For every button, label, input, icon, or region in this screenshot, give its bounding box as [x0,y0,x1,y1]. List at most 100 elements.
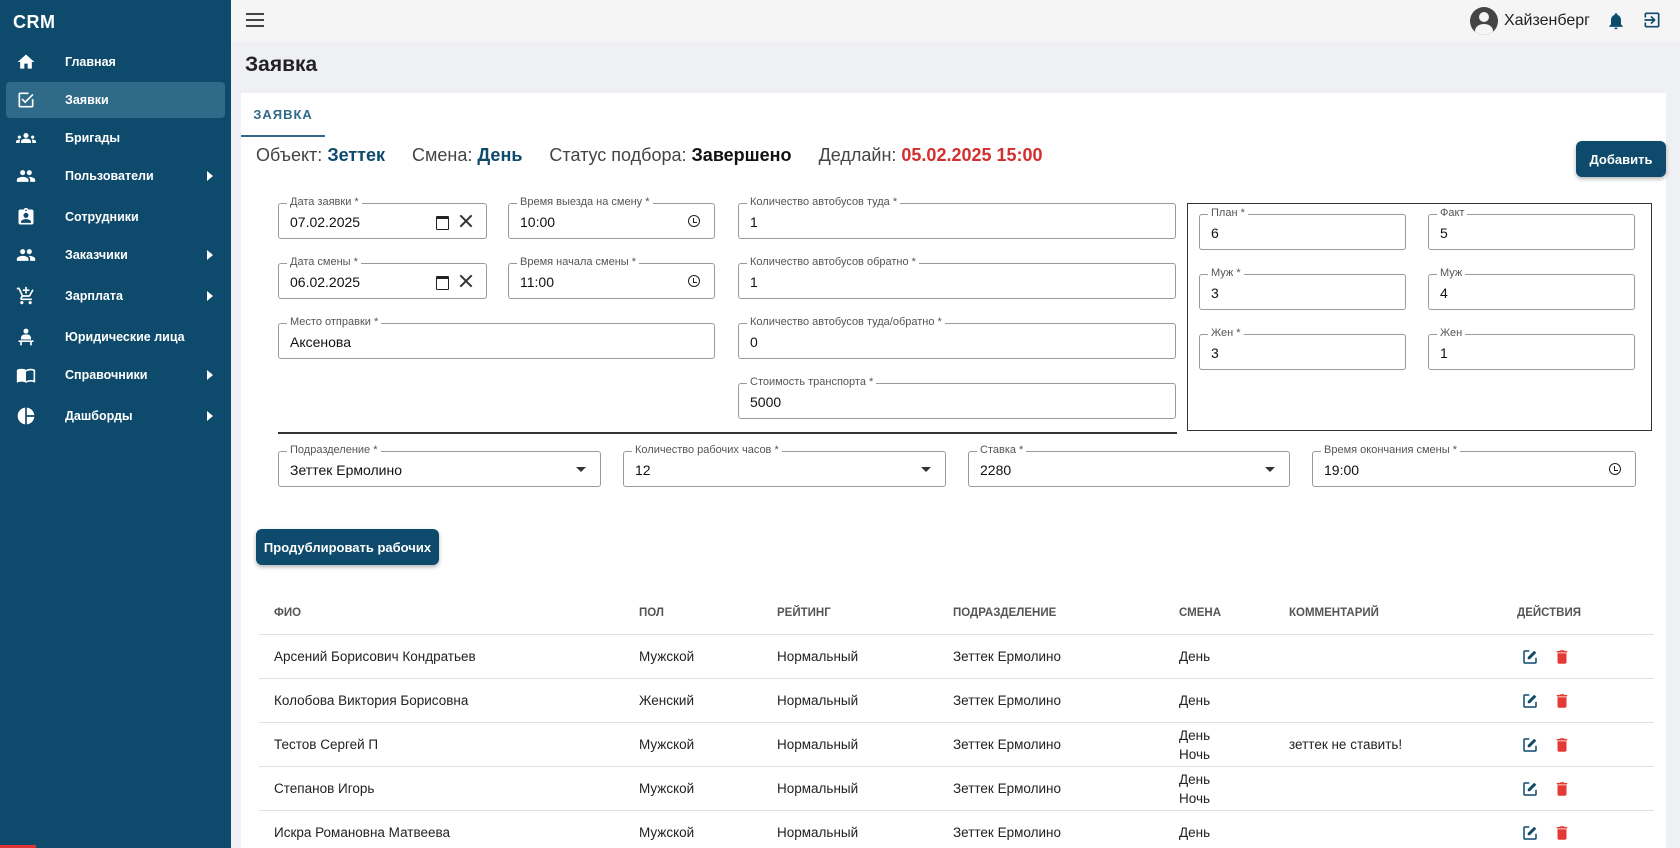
work-hours-select[interactable]: Количество рабочих часов * 12 [623,444,946,487]
cell-division: Зеттек Ермолино [953,737,1061,752]
division-value: Зеттек Ермолино [290,462,402,478]
chevron-right-icon[interactable] [207,411,213,421]
shift-start-label: Время начала смены * [517,256,640,268]
checkbox-icon [14,90,38,110]
sidebar-item-1[interactable]: Заявки [6,82,225,118]
duplicate-workers-button[interactable]: Продублировать рабочих [256,529,439,565]
request-date-field[interactable]: Дата заявки * 07.02.2025 [278,196,487,239]
plan-field[interactable]: План * 6 [1199,207,1406,250]
departure-time-field[interactable]: Время выезда на смену * 10:00 [508,196,715,239]
departure-place-label: Место отправки * [287,316,382,328]
clock-icon[interactable] [686,213,702,229]
sidebar-item-label: Дашборды [65,409,133,423]
cell-division: Зеттек Ермолино [953,693,1061,708]
edit-icon[interactable] [1521,780,1539,798]
request-summary: Объект: Зеттек Смена: День Статус подбор… [256,145,1065,166]
cell-rating: Нормальный [777,737,859,752]
sidebar-item-9[interactable]: Дашборды [6,398,225,434]
rate-label: Ставка * [977,444,1027,456]
cell-shift: День [1164,691,1274,710]
plan-label: План * [1208,207,1248,219]
customers-icon [14,245,38,265]
calendar-icon[interactable] [434,213,450,230]
calendar-icon[interactable] [434,273,450,290]
person-desk-icon [14,327,38,347]
top-bar: Хайзенберг [231,0,1680,42]
sidebar-item-0[interactable]: Главная [6,44,225,80]
edit-icon[interactable] [1521,736,1539,754]
chevron-right-icon[interactable] [207,250,213,260]
chevron-right-icon[interactable] [207,370,213,380]
division-select[interactable]: Подразделение * Зеттек Ермолино [278,444,601,487]
male-fact-field[interactable]: Муж 4 [1428,267,1635,310]
transport-cost-field[interactable]: Стоимость транспорта * 5000 [738,376,1176,419]
edit-icon[interactable] [1521,824,1539,842]
chevron-right-icon[interactable] [207,291,213,301]
sidebar-item-8[interactable]: Справочники [6,357,225,393]
chevron-down-icon[interactable] [1265,467,1275,472]
cell-division: Зеттек Ермолино [953,825,1061,840]
chevron-down-icon[interactable] [576,467,586,472]
buses-back-field[interactable]: Количество автобусов обратно * 1 [738,256,1176,299]
table-header-cell: РЕЙТИНГ [777,607,831,619]
cell-division: Зеттек Ермолино [953,781,1061,796]
sidebar-item-3[interactable]: Пользователи [6,158,225,194]
female-plan-field[interactable]: Жен * 3 [1199,327,1406,370]
shift-date-field[interactable]: Дата смены * 06.02.2025 [278,256,487,299]
clear-icon[interactable] [458,213,474,229]
female-plan-value: 3 [1211,345,1219,361]
sidebar-item-5[interactable]: Заказчики [6,237,225,273]
sidebar-item-7[interactable]: Юридические лица [6,319,225,355]
delete-icon[interactable] [1553,736,1571,754]
rate-select[interactable]: Ставка * 2280 [968,444,1290,487]
female-fact-field[interactable]: Жен 1 [1428,327,1635,370]
edit-icon[interactable] [1521,648,1539,666]
menu-icon[interactable] [246,13,264,27]
add-button[interactable]: Добавить [1576,141,1666,177]
transport-cost-value: 5000 [750,394,782,410]
tab-request[interactable]: ЗАЯВКА [241,93,325,137]
table-header-cell: ФИО [274,607,302,619]
cell-name: Тестов Сергей П [274,737,379,752]
cell-actions [1502,648,1654,666]
shift-end-label: Время окончания смены * [1321,444,1460,456]
table-header: ФИО ПОЛ РЕЙТИНГ ПОДРАЗДЕЛЕНИЕ СМЕНА КОММЕНТАР… [259,592,1654,635]
cell-gender: Мужской [639,781,695,796]
cell-gender: Мужской [639,737,695,752]
chevron-right-icon[interactable] [207,171,213,181]
cell-actions [1502,824,1654,842]
chevron-down-icon[interactable] [921,467,931,472]
delete-icon[interactable] [1553,780,1571,798]
cell-actions [1502,780,1654,798]
sidebar-item-6[interactable]: Зарплата [6,278,225,314]
shift-end-value: 19:00 [1324,462,1360,478]
logout-icon[interactable] [1642,10,1664,32]
clock-icon[interactable] [1607,461,1623,477]
male-plan-field[interactable]: Муж * 3 [1199,267,1406,310]
departure-place-field[interactable]: Место отправки * Аксенова [278,316,715,359]
sidebar-item-4[interactable]: Сотрудники [6,199,225,235]
shift-label: Смена: [412,145,473,165]
status-value: Завершено [691,145,792,165]
cell-rating: Нормальный [777,649,859,664]
cell-shift: День [1164,647,1274,666]
clear-icon[interactable] [458,273,474,289]
brand-logo[interactable]: CRM [0,0,231,42]
delete-icon[interactable] [1553,824,1571,842]
table-header-cell: ПОДРАЗДЕЛЕНИЕ [953,607,1057,619]
departure-place-value: Аксенова [290,334,351,350]
user-menu[interactable]: Хайзенберг [1469,7,1590,35]
delete-icon[interactable] [1553,648,1571,666]
buses-there-field[interactable]: Количество автобусов туда * 1 [738,196,1176,239]
shift-end-field[interactable]: Время окончания смены * 19:00 [1312,444,1636,487]
shift-start-field[interactable]: Время начала смены * 11:00 [508,256,715,299]
delete-icon[interactable] [1553,692,1571,710]
edit-icon[interactable] [1521,692,1539,710]
users-icon [14,166,38,186]
clock-icon[interactable] [686,273,702,289]
buses-both-field[interactable]: Количество автобусов туда/обратно * 0 [738,316,1176,359]
deadline-value: 05.02.2025 15:00 [901,145,1043,165]
bell-icon[interactable] [1606,11,1626,31]
fact-field[interactable]: Факт 5 [1428,207,1635,250]
sidebar-item-2[interactable]: Бригады [6,120,225,156]
